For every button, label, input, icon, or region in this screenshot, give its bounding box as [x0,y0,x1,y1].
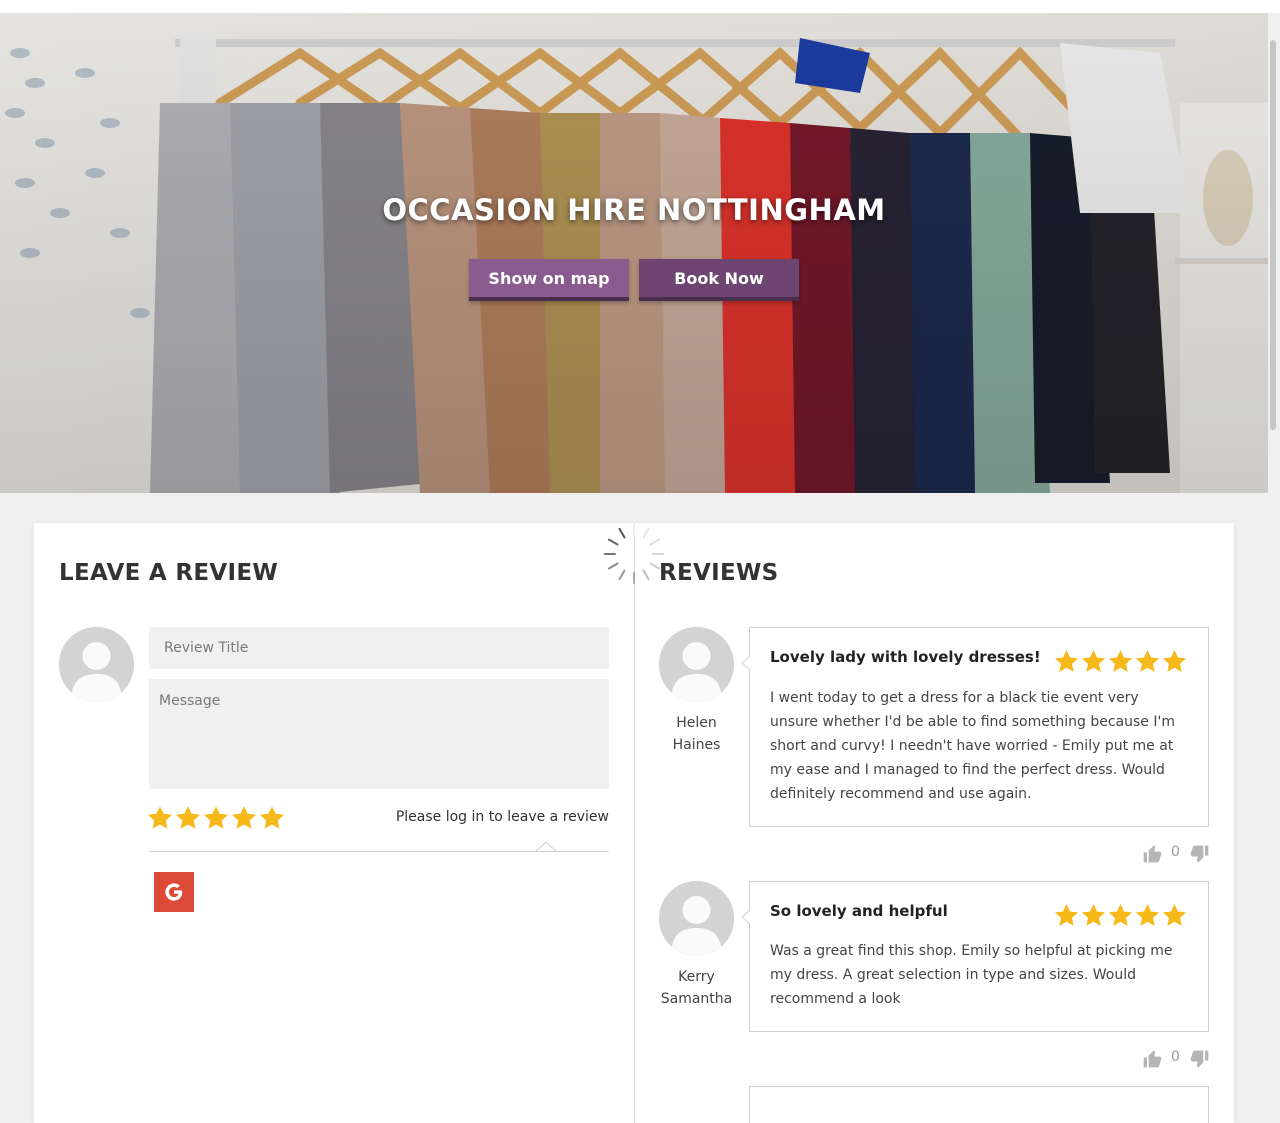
google-login-button[interactable] [154,872,194,912]
book-now-button[interactable]: Book Now [639,259,799,301]
rating-input[interactable] [146,804,286,832]
reviewer-last-name: Samantha [660,991,733,1007]
reviews-heading: REVIEWS [659,560,779,586]
review-title-input[interactable] [149,627,609,669]
star-icon [1135,650,1160,672]
user-placeholder-icon [659,627,734,702]
login-note: Please log in to leave a review [395,809,609,825]
reviewer-first-name: Helen [676,715,717,731]
thumbs-down-icon[interactable] [1190,844,1210,864]
vote-count: 0 [1171,844,1180,860]
reviews-card: LEAVE A REVIEW Please log in to leave a … [34,523,1234,1123]
star-icon[interactable] [258,804,286,832]
vote-count: 0 [1171,1049,1180,1065]
review-item [749,1086,1209,1123]
star-icon[interactable] [146,804,174,832]
thumbs-down-icon[interactable] [1190,1049,1210,1069]
star-icon [1135,904,1160,926]
arrow-up-icon [536,841,556,852]
star-icon [1081,904,1106,926]
star-icon [1054,650,1079,672]
page-title: OCCASION HIRE NOTTINGHAM [382,193,886,227]
reviewer-name: Helen Haines [659,712,734,756]
review-item: So lovely and helpful Was a great find t… [741,881,1209,1032]
star-icon [1162,650,1187,672]
reviewer-first-name: Kerry [678,969,715,985]
hero-banner: OCCASION HIRE NOTTINGHAM Show on map Boo… [0,13,1268,493]
arrow-left-icon [741,656,751,670]
star-icon[interactable] [174,804,202,832]
loading-spinner-icon [604,524,664,584]
review-author: Helen Haines [659,627,734,756]
reviewer-avatar [659,881,734,956]
review-votes: 0 [1142,1047,1212,1071]
google-icon [165,883,183,901]
review-body: I went today to get a dress for a black … [770,690,1175,802]
star-icon [1108,904,1133,926]
review-rating [1053,648,1188,675]
reviewer-last-name: Haines [672,737,721,753]
arrow-left-icon [741,910,751,924]
star-icon [1162,904,1187,926]
review-author: Kerry Samantha [659,881,734,1010]
star-icon[interactable] [202,804,230,832]
review-title: Lovely lady with lovely dresses! [770,648,1041,666]
top-bar [0,0,1280,13]
user-placeholder-icon [659,881,734,956]
hero-background-photo [0,13,1268,493]
star-icon [1108,650,1133,672]
thumbs-up-icon[interactable] [1142,1049,1162,1069]
scrollbar[interactable] [1270,40,1276,430]
star-icon [1081,650,1106,672]
review-rating [1053,902,1188,929]
show-on-map-button[interactable]: Show on map [469,259,629,301]
user-placeholder-icon [59,627,134,702]
star-icon[interactable] [230,804,258,832]
star-icon [1054,904,1079,926]
review-votes: 0 [1142,842,1212,866]
reviewer-name: Kerry Samantha [659,966,734,1010]
user-avatar [59,627,134,702]
reviewer-avatar [659,627,734,702]
review-title: So lovely and helpful [770,902,948,920]
review-body: Was a great find this shop. Emily so hel… [770,943,1173,1007]
review-message-input[interactable] [149,679,609,789]
column-divider [634,523,635,1123]
thumbs-up-icon[interactable] [1142,844,1162,864]
review-item: Lovely lady with lovely dresses! I went … [741,627,1209,827]
leave-review-heading: LEAVE A REVIEW [59,560,278,586]
